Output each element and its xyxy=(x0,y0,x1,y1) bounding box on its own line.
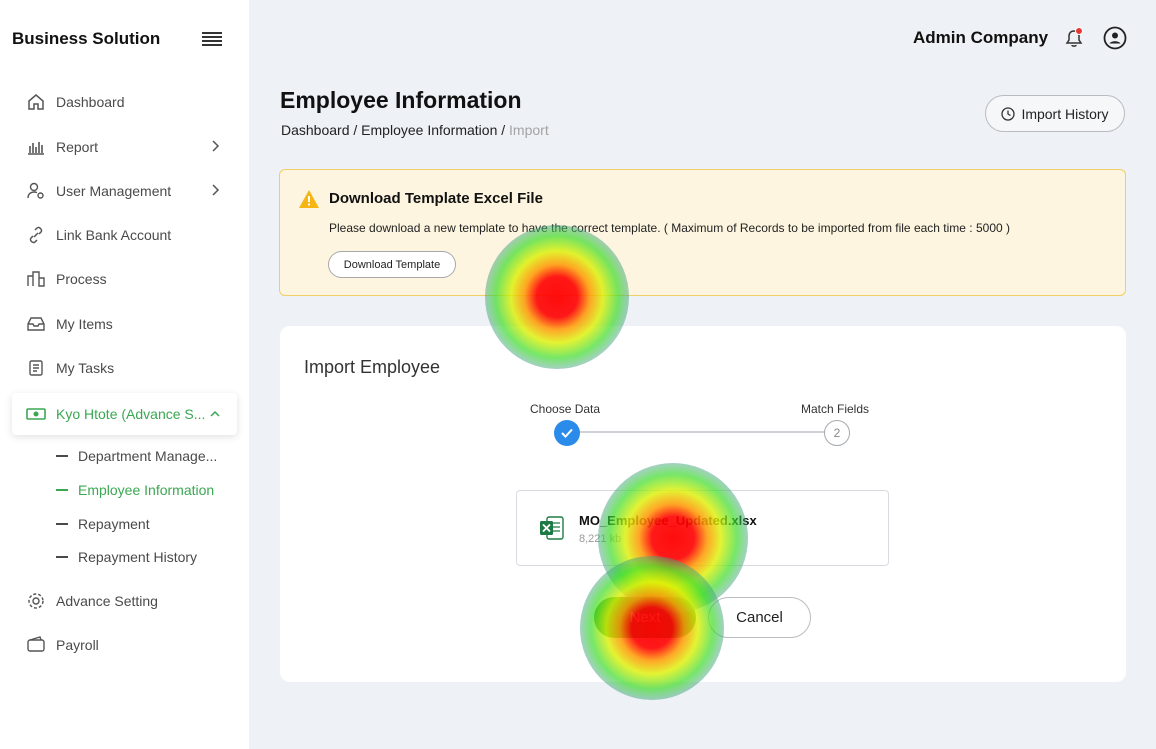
stepper-line xyxy=(579,431,825,433)
step-number: 2 xyxy=(824,420,850,446)
step-complete-check-icon xyxy=(554,420,580,446)
file-name: MO_Employee_Updated.xlsx xyxy=(579,513,757,528)
sidebar-subitem-employee-information[interactable]: Employee Information xyxy=(56,478,214,502)
building-icon xyxy=(26,269,46,289)
sidebar-item-payroll[interactable]: Payroll xyxy=(12,627,237,663)
chevron-right-icon xyxy=(211,139,221,156)
sidebar-item-advance-setting[interactable]: Advance Setting xyxy=(12,583,237,619)
home-icon xyxy=(26,92,46,112)
inbox-icon xyxy=(26,314,46,334)
sidebar-item-link-bank-account[interactable]: Link Bank Account xyxy=(12,217,237,253)
sidebar-item-label: User Management xyxy=(56,183,172,199)
dash-icon xyxy=(56,455,68,457)
sidebar-item-dashboard[interactable]: Dashboard xyxy=(12,84,237,120)
download-template-button[interactable]: Download Template xyxy=(328,251,456,278)
sidebar-item-label: My Tasks xyxy=(56,360,115,376)
sidebar-item-my-items[interactable]: My Items xyxy=(12,306,237,342)
breadcrumb: Dashboard / Employee Information / Impor… xyxy=(281,122,549,138)
sidebar-subitem-repayment[interactable]: Repayment xyxy=(56,512,150,536)
dash-icon xyxy=(56,523,68,525)
bar-chart-icon xyxy=(26,137,46,157)
user-settings-icon xyxy=(26,181,46,201)
breadcrumb-separator: / xyxy=(497,122,510,138)
breadcrumb-current: Import xyxy=(509,122,549,138)
dash-icon xyxy=(56,556,68,558)
sidebar-item-process[interactable]: Process xyxy=(12,261,237,297)
step-label-match-fields: Match Fields xyxy=(801,402,870,416)
sidebar-item-my-tasks[interactable]: My Tasks xyxy=(12,350,237,386)
next-button[interactable]: Next xyxy=(594,597,696,638)
sidebar-item-label: Process xyxy=(56,271,107,287)
sidebar-item-label: Dashboard xyxy=(56,94,125,110)
menu-toggle-icon[interactable] xyxy=(202,32,222,46)
user-avatar-icon[interactable] xyxy=(1103,26,1127,50)
import-history-button[interactable]: Import History xyxy=(985,95,1125,132)
excel-file-icon xyxy=(539,515,565,546)
bell-icon[interactable] xyxy=(1063,27,1085,49)
template-alert: Download Template Excel File Please down… xyxy=(279,169,1126,296)
sidebar-item-label: Link Bank Account xyxy=(56,227,172,243)
breadcrumb-link-employee-information[interactable]: Employee Information xyxy=(361,122,497,138)
sidebar-subitem-label: Employee Information xyxy=(78,482,215,498)
sidebar: Business Solution Dashboard Report User … xyxy=(0,0,249,749)
import-employee-card: Import Employee Choose Data Match Fields… xyxy=(280,326,1126,682)
sidebar-item-label: Kyo Htote (Advance S... xyxy=(56,406,206,422)
breadcrumb-separator: / xyxy=(349,122,362,138)
link-icon xyxy=(26,225,46,245)
file-size: 8,221 kb xyxy=(579,533,622,545)
step-label-choose-data: Choose Data xyxy=(530,402,601,416)
page-title: Employee Information xyxy=(280,87,522,113)
sidebar-subitem-label: Repayment History xyxy=(78,549,198,565)
clock-icon xyxy=(1001,106,1016,121)
cancel-button[interactable]: Cancel xyxy=(708,597,811,638)
chevron-right-icon xyxy=(211,183,221,200)
gear-icon xyxy=(26,591,46,611)
sidebar-item-report[interactable]: Report xyxy=(12,129,237,165)
sidebar-subitem-label: Department Manage... xyxy=(78,448,218,464)
warning-icon xyxy=(298,189,320,214)
sidebar-subitem-department[interactable]: Department Manage... xyxy=(56,444,217,468)
uploaded-file[interactable]: MO_Employee_Updated.xlsx 8,221 kb xyxy=(516,490,889,566)
wallet-icon xyxy=(26,635,46,655)
money-icon xyxy=(26,404,46,424)
alert-text: Please download a new template to have t… xyxy=(329,221,1010,235)
sidebar-subitem-repayment-history[interactable]: Repayment History xyxy=(56,545,197,569)
clipboard-icon xyxy=(26,358,46,378)
card-title: Import Employee xyxy=(304,357,441,377)
sidebar-item-label: My Items xyxy=(56,316,113,332)
import-history-label: Import History xyxy=(1021,105,1109,122)
sidebar-item-label: Advance Setting xyxy=(56,593,158,609)
sidebar-item-label: Payroll xyxy=(56,637,99,653)
company-name[interactable]: Admin Company xyxy=(913,28,1048,48)
breadcrumb-link-dashboard[interactable]: Dashboard xyxy=(281,122,350,138)
brand-title: Business Solution xyxy=(12,29,161,48)
sidebar-item-label: Report xyxy=(56,139,99,155)
chevron-up-icon xyxy=(209,406,221,422)
dash-icon xyxy=(56,489,68,491)
sidebar-item-user-management[interactable]: User Management xyxy=(12,173,237,209)
sidebar-item-kyo-htote[interactable]: Kyo Htote (Advance S... xyxy=(12,393,237,435)
alert-title: Download Template Excel File xyxy=(329,190,543,207)
sidebar-subitem-label: Repayment xyxy=(78,516,150,532)
